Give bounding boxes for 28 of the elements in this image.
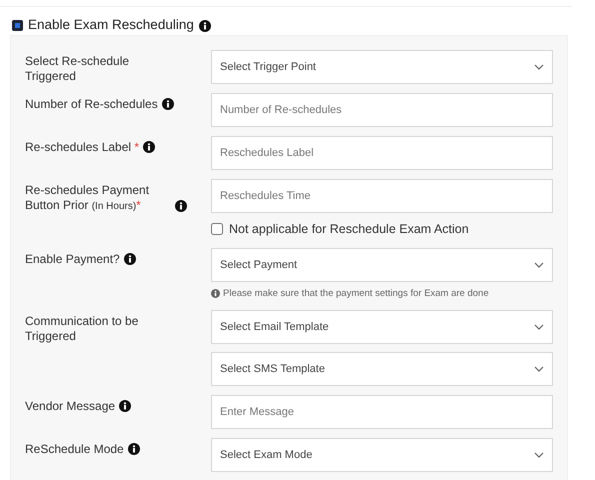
field-label: Communication to be Triggered <box>25 314 140 344</box>
dropdown[interactable]: Select Trigger Point <box>211 50 553 84</box>
input-field[interactable]: Reschedules Label <box>211 136 553 170</box>
dropdown[interactable]: Select Email Template <box>211 310 553 344</box>
input-field[interactable]: Enter Message <box>211 395 553 429</box>
input-field[interactable]: Number of Re-schedules <box>211 93 553 127</box>
field-label: ReSchedule Mode <box>25 442 124 457</box>
hint-text: Please make sure that the payment settings for Exam are done <box>223 286 489 301</box>
field-label: Select Re-schedule Triggered <box>25 54 130 84</box>
info-icon <box>211 289 220 298</box>
checkbox[interactable] <box>211 223 223 236</box>
dropdown[interactable]: Select Payment <box>211 248 553 282</box>
dropdown[interactable]: Select SMS Template <box>211 352 553 386</box>
field-label: Vendor Message <box>25 399 116 414</box>
chevron-icon <box>534 262 544 268</box>
field-label: Re-schedules Payment Button Prior (In Hours)* <box>25 183 150 214</box>
dropdown[interactable]: Select Exam Mode <box>211 438 553 472</box>
checkbox-label: Not applicable for Reschedule Exam Action <box>229 221 469 238</box>
chevron-icon <box>534 452 544 458</box>
chevron-icon <box>534 64 544 70</box>
field-label: Enable Payment? <box>25 252 120 267</box>
input-field[interactable]: Reschedules Time <box>211 179 553 213</box>
chevron-icon <box>534 324 544 330</box>
checkbox[interactable] <box>12 20 23 31</box>
chevron-icon <box>534 366 544 372</box>
field-label: Re-schedules Label * <box>25 140 140 155</box>
field-label: Number of Re-schedules <box>25 97 158 112</box>
checkbox-label: Enable Exam Rescheduling <box>28 16 194 34</box>
